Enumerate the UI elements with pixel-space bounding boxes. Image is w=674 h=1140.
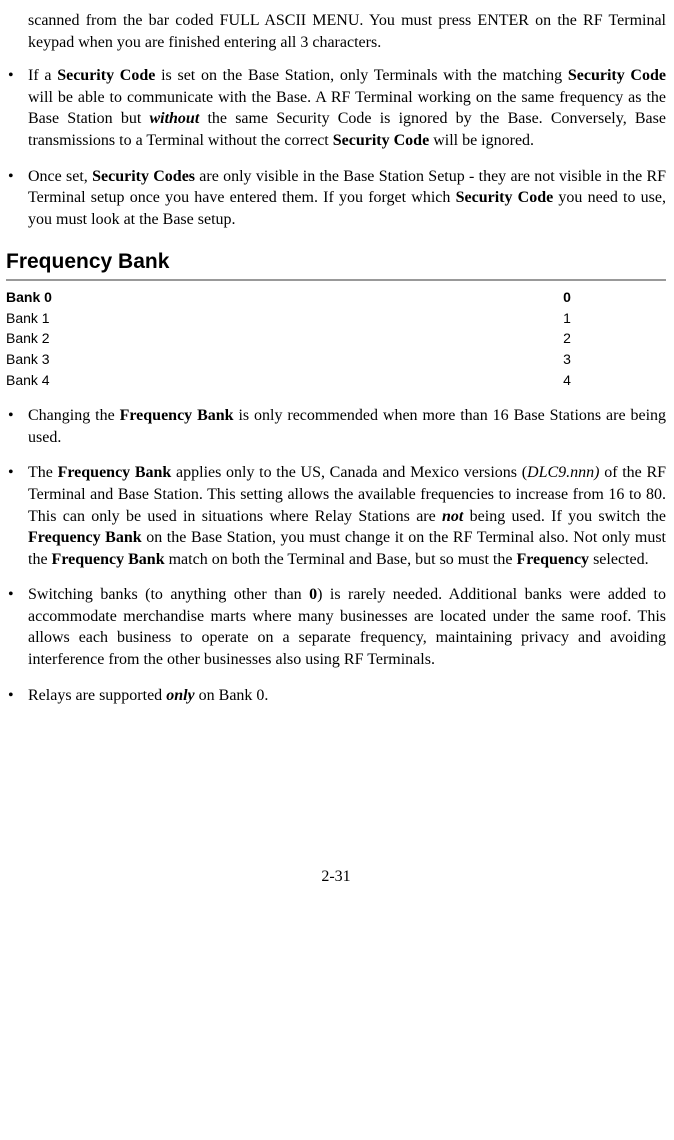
- top-bullet-list: If a Security Code is set on the Base St…: [6, 65, 666, 230]
- bank-value: 2: [468, 328, 666, 349]
- bullet-switching-banks: Switching banks (to anything other than …: [6, 584, 666, 670]
- bullet-security-code-match: If a Security Code is set on the Base St…: [6, 65, 666, 151]
- term-not: not: [442, 508, 463, 525]
- bullet-relays-supported: Relays are supported only on Bank 0.: [6, 685, 666, 707]
- term-frequency-bank: Frequency Bank: [58, 464, 172, 481]
- bullet-security-code-visibility: Once set, Security Codes are only visibl…: [6, 166, 666, 231]
- term-security-code: Security Code: [568, 67, 666, 84]
- term-security-code: Security Code: [333, 132, 429, 149]
- table-row: Bank 2 2: [6, 328, 666, 349]
- bank-value: 4: [468, 370, 666, 391]
- term-security-codes: Security Codes: [92, 168, 195, 185]
- intro-paragraph: scanned from the bar coded FULL ASCII ME…: [28, 10, 666, 53]
- bottom-bullet-list: Changing the Frequency Bank is only reco…: [6, 405, 666, 706]
- bank-value: 1: [468, 308, 666, 329]
- bank-label: Bank 3: [6, 349, 468, 370]
- term-security-code: Security Code: [57, 67, 155, 84]
- term-zero: 0: [309, 586, 317, 603]
- term-frequency-bank: Frequency Bank: [28, 529, 142, 546]
- term-frequency-bank: Frequency Bank: [120, 407, 234, 424]
- bank-label: Bank 2: [6, 328, 468, 349]
- term-security-code: Security Code: [456, 189, 554, 206]
- table-row: Bank 1 1: [6, 308, 666, 329]
- term-dlc9: DLC9.nnn): [527, 464, 599, 481]
- bank-label: Bank 4: [6, 370, 468, 391]
- bank-label: Bank 0: [6, 287, 468, 308]
- section-heading-frequency-bank: Frequency Bank: [6, 248, 666, 280]
- bullet-change-recommended: Changing the Frequency Bank is only reco…: [6, 405, 666, 448]
- table-row: Bank 3 3: [6, 349, 666, 370]
- page-number: 2-31: [6, 866, 666, 888]
- term-frequency: Frequency: [516, 551, 589, 568]
- term-only: only: [166, 687, 194, 704]
- bullet-applies-us-canada-mexico: The Frequency Bank applies only to the U…: [6, 462, 666, 570]
- term-without: without: [149, 110, 199, 127]
- bank-label: Bank 1: [6, 308, 468, 329]
- intro-text: scanned from the bar coded FULL ASCII ME…: [28, 12, 666, 51]
- bank-value: 3: [468, 349, 666, 370]
- frequency-bank-table: Bank 0 0 Bank 1 1 Bank 2 2 Bank 3 3 Bank…: [6, 287, 666, 391]
- table-row: Bank 4 4: [6, 370, 666, 391]
- term-frequency-bank: Frequency Bank: [52, 551, 165, 568]
- bank-value: 0: [468, 287, 666, 308]
- table-row: Bank 0 0: [6, 287, 666, 308]
